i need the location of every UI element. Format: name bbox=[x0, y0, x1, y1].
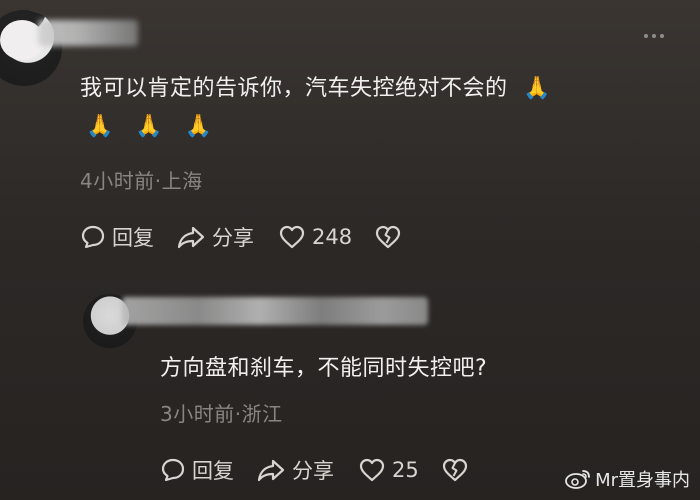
comment-body: 我可以肯定的告诉你，汽车失控绝对不会的 bbox=[80, 76, 508, 101]
emoji-row: 🙏 🙏 🙏 bbox=[86, 114, 212, 139]
like-button[interactable]: 25 bbox=[358, 457, 419, 483]
pray-emoji-icon: 🙏 bbox=[184, 114, 213, 139]
comment-meta: 4小时前·上海 bbox=[80, 169, 203, 193]
reply-icon bbox=[81, 225, 105, 249]
reply-icon bbox=[161, 458, 185, 482]
reply-button[interactable]: 回复 bbox=[80, 222, 154, 252]
reply-meta: 3小时前·浙江 bbox=[160, 402, 283, 426]
share-button[interactable]: 分享 bbox=[176, 222, 254, 252]
action-bar: 回复 分享 248 bbox=[80, 222, 402, 252]
share-button[interactable]: 分享 bbox=[256, 455, 334, 485]
share-label: 分享 bbox=[212, 226, 254, 250]
heart-icon bbox=[279, 225, 305, 249]
broken-heart-icon bbox=[375, 225, 401, 249]
comment-text: 我可以肯定的告诉你，汽车失控绝对不会的 🙏 bbox=[80, 74, 551, 104]
reply-action-bar: 回复 分享 25 bbox=[160, 455, 469, 485]
like-count: 25 bbox=[392, 458, 419, 482]
pray-emoji-icon: 🙏 bbox=[523, 76, 551, 101]
broken-heart-icon bbox=[442, 458, 467, 482]
username-blurred[interactable] bbox=[38, 20, 138, 46]
weibo-logo-icon bbox=[565, 470, 590, 489]
username-blurred[interactable] bbox=[122, 297, 428, 325]
reply-label: 回复 bbox=[112, 226, 154, 250]
watermark-text: Mr置身事内 bbox=[595, 470, 690, 491]
like-button[interactable]: 248 bbox=[278, 224, 352, 250]
pray-emoji-icon: 🙏 bbox=[86, 114, 114, 139]
reply-label: 回复 bbox=[192, 459, 234, 483]
share-icon bbox=[177, 226, 205, 249]
more-options-icon[interactable] bbox=[644, 34, 668, 42]
like-count: 248 bbox=[312, 225, 353, 249]
reply-button[interactable]: 回复 bbox=[160, 455, 234, 485]
pray-emoji-icon: 🙏 bbox=[135, 114, 163, 139]
heart-icon bbox=[359, 458, 385, 482]
share-label: 分享 bbox=[292, 459, 334, 483]
dislike-button[interactable] bbox=[441, 457, 469, 483]
watermark: Mr置身事内 bbox=[565, 466, 690, 492]
share-icon bbox=[257, 459, 285, 482]
reply-text: 方向盘和刹车，不能同时失控吧? bbox=[160, 356, 488, 381]
dislike-button[interactable] bbox=[374, 224, 402, 250]
